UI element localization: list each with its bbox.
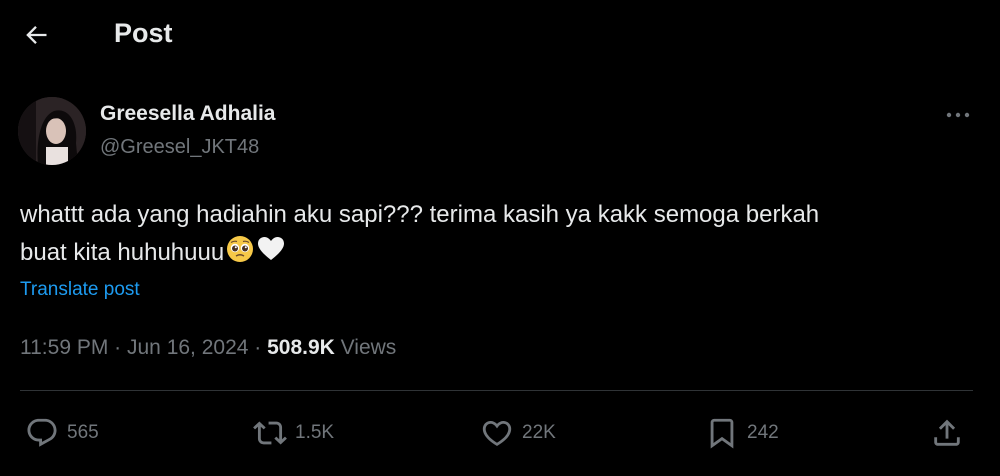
reply-icon <box>27 418 57 447</box>
repost-icon <box>253 421 287 445</box>
tweet-text-line-2-text: buat kita huhuhuuu <box>20 239 225 266</box>
page-title: Post <box>114 18 173 48</box>
action-bar: 565 1.5K 22K 242 <box>0 410 1000 456</box>
top-bar: Post <box>0 0 1000 70</box>
bookmark-button[interactable]: 242 <box>705 410 779 456</box>
bookmark-icon <box>710 418 734 449</box>
repost-button[interactable]: 1.5K <box>253 410 334 456</box>
white-heart-emoji-icon <box>258 237 285 260</box>
post-meta: 11:59 PM · Jun 16, 2024 · 508.9K Views <box>20 336 396 360</box>
tweet-text: whattt ada yang hadiahin aku sapi??? ter… <box>20 196 980 272</box>
reply-button[interactable]: 565 <box>25 410 99 456</box>
profile-photo <box>18 97 86 165</box>
more-dots-icon <box>946 112 970 118</box>
divider <box>20 390 973 391</box>
like-count: 22K <box>522 422 556 443</box>
back-button[interactable] <box>22 21 50 49</box>
share-button[interactable] <box>930 410 964 456</box>
back-arrow-icon <box>26 26 47 44</box>
heart-icon <box>482 420 512 446</box>
translate-post-link[interactable]: Translate post <box>20 279 140 301</box>
meta-separator: · <box>108 336 127 359</box>
repost-count: 1.5K <box>295 422 335 443</box>
tweet-text-line-2: buat kita huhuhuuu <box>20 234 980 272</box>
author-name[interactable]: Greesella Adhalia <box>100 102 275 126</box>
views-count: 508.9K <box>267 336 335 359</box>
tweet-text-line-1: whattt ada yang hadiahin aku sapi??? ter… <box>20 201 820 228</box>
post-date[interactable]: Jun 16, 2024 <box>127 336 248 359</box>
reply-count: 565 <box>67 422 99 443</box>
share-icon <box>934 419 960 446</box>
bookmark-count: 242 <box>747 422 779 443</box>
pleading-face-emoji-icon <box>227 236 254 262</box>
meta-separator: · <box>248 336 268 359</box>
like-button[interactable]: 22K <box>480 410 556 456</box>
views-label: Views <box>334 336 397 359</box>
author-handle[interactable]: @Greesel_JKT48 <box>100 136 259 159</box>
avatar[interactable] <box>18 97 86 165</box>
more-options-button[interactable] <box>944 106 972 124</box>
post-time[interactable]: 11:59 PM <box>20 336 108 359</box>
